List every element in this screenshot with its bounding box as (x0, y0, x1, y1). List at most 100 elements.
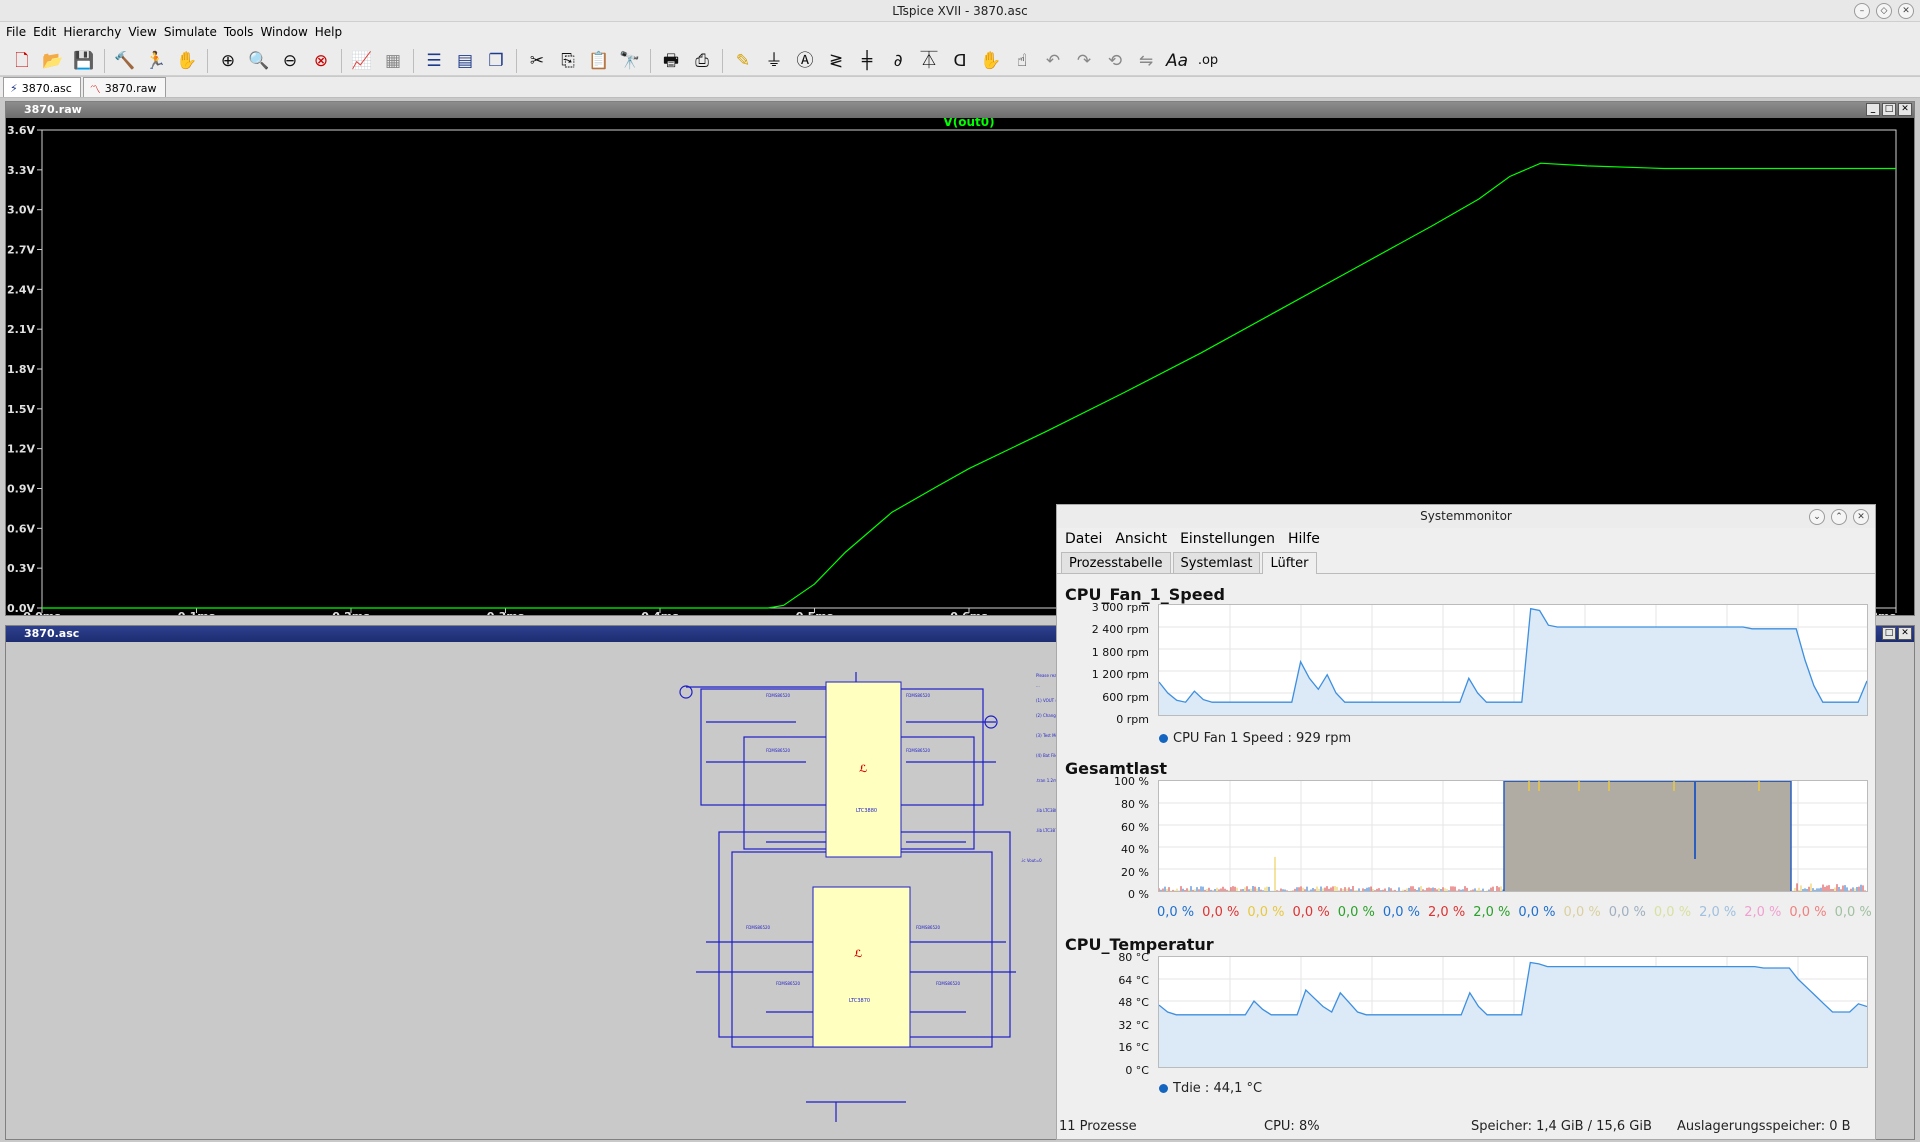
menu-edit[interactable]: Edit (33, 22, 63, 42)
tab-3870-raw[interactable]: 〽 3870.raw (82, 77, 166, 97)
cut-icon[interactable]: ✂ (523, 48, 551, 74)
print-icon[interactable]: ⎙ (688, 48, 716, 74)
inductor-icon[interactable]: ∂ (884, 48, 912, 74)
maximize-icon[interactable]: ⌃ (1831, 509, 1847, 525)
y-tick-label: 3.3V (7, 164, 35, 177)
close-icon[interactable]: ✕ (1853, 509, 1869, 525)
control-panel-icon[interactable]: 🔨 (111, 48, 139, 74)
status-memory: Speicher: 1,4 GiB / 15,6 GiB (1471, 1119, 1652, 1134)
temp-ytick: 0 °C (1125, 1064, 1149, 1077)
tab-3870-asc[interactable]: ⚡ 3870.asc (3, 77, 81, 97)
tab-systemlast[interactable]: Systemlast (1172, 552, 1261, 573)
cascade-icon[interactable]: ❐ (482, 48, 510, 74)
tile-vertical-icon[interactable]: ▤ (451, 48, 479, 74)
menu-simulate[interactable]: Simulate (164, 22, 224, 42)
drag-icon[interactable]: ☝ (1008, 48, 1036, 74)
resistor-icon[interactable]: ≷ (822, 48, 850, 74)
mirror-icon[interactable]: ⇋ (1132, 48, 1160, 74)
trace-label[interactable]: V(out0) (943, 118, 994, 129)
fan-ytick: 3 000 rpm (1091, 601, 1149, 614)
status-swap: Auslagerungsspeicher: 0 B (1677, 1119, 1851, 1134)
temp-graph (1158, 956, 1868, 1068)
menu-hilfe[interactable]: Hilfe (1288, 531, 1320, 547)
zoom-in-icon[interactable]: ⊕ (214, 48, 242, 74)
y-tick-label: 0.9V (7, 483, 35, 496)
new-schematic-icon[interactable]: 🗋 (8, 48, 36, 74)
redo-icon[interactable]: ↷ (1070, 48, 1098, 74)
waveform-window-title-text: 3870.raw (24, 103, 82, 116)
maximize-icon[interactable]: ◇ (1876, 3, 1892, 19)
menu-file[interactable]: File (6, 22, 33, 42)
document-tabs: ⚡ 3870.asc 〽 3870.raw (0, 77, 1920, 98)
y-tick-label: 0.6V (7, 522, 35, 535)
save-icon[interactable]: 💾 (70, 48, 98, 74)
y-tick-label: 3.6V (7, 124, 35, 137)
menu-view[interactable]: View (128, 22, 163, 42)
legend-dot (1159, 734, 1168, 743)
core-load-value: 0,0 % (1337, 905, 1375, 920)
menu-tools[interactable]: Tools (224, 22, 261, 42)
systemmonitor-window[interactable]: Systemmonitor ⌄ ⌃ ✕ Datei Ansicht Einste… (1056, 504, 1876, 1140)
minimize-icon[interactable]: – (1854, 3, 1870, 19)
autorange-icon[interactable]: 📈 (348, 48, 376, 74)
svg-text:ℒ: ℒ (859, 764, 868, 775)
menu-hierarchy[interactable]: Hierarchy (63, 22, 128, 42)
core-load-value: 0,0 % (1382, 905, 1421, 920)
zoom-out-icon[interactable]: ⊖ (276, 48, 304, 74)
delete-trace-icon[interactable]: ▦ (379, 48, 407, 74)
temp-ytick: 16 °C (1118, 1041, 1149, 1054)
menu-window[interactable]: Window (260, 22, 314, 42)
menu-ansicht[interactable]: Ansicht (1115, 531, 1167, 547)
halt-icon[interactable]: ✋ (173, 48, 201, 74)
zoom-fit-icon[interactable]: ⊗ (307, 48, 335, 74)
x-tick-label: 0.0ms (23, 610, 61, 615)
tab-luefter[interactable]: Lüfter (1262, 552, 1317, 574)
tile-horizontal-icon[interactable]: ☰ (420, 48, 448, 74)
component-icon[interactable]: ᗡ (946, 48, 974, 74)
waveform-window-title: 3870.raw _ □ ✕ (6, 102, 1914, 118)
menu-einstellungen[interactable]: Einstellungen (1180, 531, 1275, 547)
menu-bar: File Edit Hierarchy View Simulate Tools … (0, 22, 1920, 42)
zoom-pan-icon[interactable]: 🔍 (245, 48, 273, 74)
tab-prozesstabelle[interactable]: Prozesstabelle (1061, 552, 1171, 573)
y-tick-label: 2.7V (7, 244, 35, 257)
core-load-value: 0,0 % (1157, 905, 1195, 920)
svg-text:FDMS86520: FDMS86520 (906, 748, 931, 753)
ground-icon[interactable]: ⏚ (760, 48, 788, 74)
menu-datei[interactable]: Datei (1065, 531, 1102, 547)
mdi-maximize-icon[interactable]: □ (1882, 103, 1896, 116)
fan-ytick: 1 200 rpm (1091, 668, 1149, 681)
menu-help[interactable]: Help (315, 22, 349, 42)
schematic-icon: ⚡ (10, 82, 18, 95)
diode-icon[interactable]: ⏄ (915, 48, 943, 74)
run-icon[interactable]: 🏃 (142, 48, 170, 74)
core-load-value: 0,0 % (1653, 905, 1692, 920)
wire-icon[interactable]: ✎ (729, 48, 757, 74)
load-ytick: 80 % (1121, 798, 1149, 811)
fan-graph (1158, 604, 1868, 716)
capacitor-icon[interactable]: ╪ (853, 48, 881, 74)
rotate-icon[interactable]: ⟲ (1101, 48, 1129, 74)
svg-text:...: ... (1036, 683, 1040, 688)
fan-area (1159, 608, 1867, 715)
label-icon[interactable]: Ⓐ (791, 48, 819, 74)
close-icon[interactable]: ✕ (1898, 3, 1914, 19)
mdi-minimize-icon[interactable]: _ (1866, 103, 1880, 116)
svg-text:FDMS86520: FDMS86520 (766, 693, 791, 698)
print-preview-icon[interactable]: 🖶 (657, 48, 685, 74)
move-icon[interactable]: ✋ (977, 48, 1005, 74)
text-icon[interactable]: Aa (1163, 48, 1191, 74)
paste-icon[interactable]: 📋 (585, 48, 613, 74)
find-icon[interactable]: 🔭 (616, 48, 644, 74)
copy-icon[interactable]: ⎘ (554, 48, 582, 74)
core-load-value: 0,0 % (1202, 905, 1240, 920)
mdi-close-icon[interactable]: ✕ (1898, 627, 1912, 640)
minimize-icon[interactable]: ⌄ (1809, 509, 1825, 525)
open-icon[interactable]: 📂 (39, 48, 67, 74)
undo-icon[interactable]: ↶ (1039, 48, 1067, 74)
mdi-close-icon[interactable]: ✕ (1898, 103, 1912, 116)
spice-directive-icon[interactable]: .op (1194, 48, 1222, 74)
temp-legend: Tdie : 44,1 °C (1159, 1081, 1262, 1096)
mdi-maximize-icon[interactable]: □ (1882, 627, 1896, 640)
window-title: LTspice XVII - 3870.asc (892, 4, 1028, 18)
